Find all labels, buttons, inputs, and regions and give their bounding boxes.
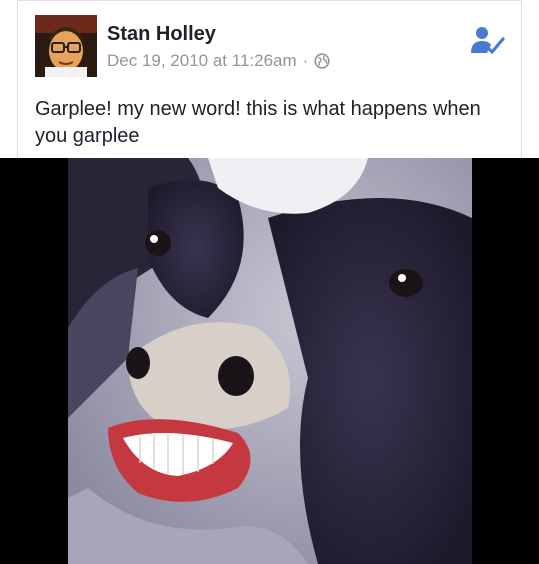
- add-friend-icon[interactable]: [469, 25, 505, 57]
- post-photo[interactable]: [68, 158, 472, 564]
- post-text: Garplee! my new word! this is what happe…: [35, 98, 481, 147]
- cow-smile-photo-icon: [68, 158, 472, 564]
- author-avatar[interactable]: [35, 15, 97, 77]
- globe-icon[interactable]: [314, 53, 330, 69]
- media-container: [0, 158, 539, 564]
- cartoon-man-avatar-icon: [35, 15, 97, 77]
- post-meta: Dec 19, 2010 at 11:26am ·: [107, 51, 330, 71]
- post-timestamp[interactable]: Dec 19, 2010 at 11:26am: [107, 51, 297, 71]
- post-card: Stan Holley Dec 19, 2010 at 11:26am · Ga…: [17, 0, 522, 158]
- author-name[interactable]: Stan Holley: [107, 23, 216, 46]
- meta-separator: ·: [302, 51, 309, 70]
